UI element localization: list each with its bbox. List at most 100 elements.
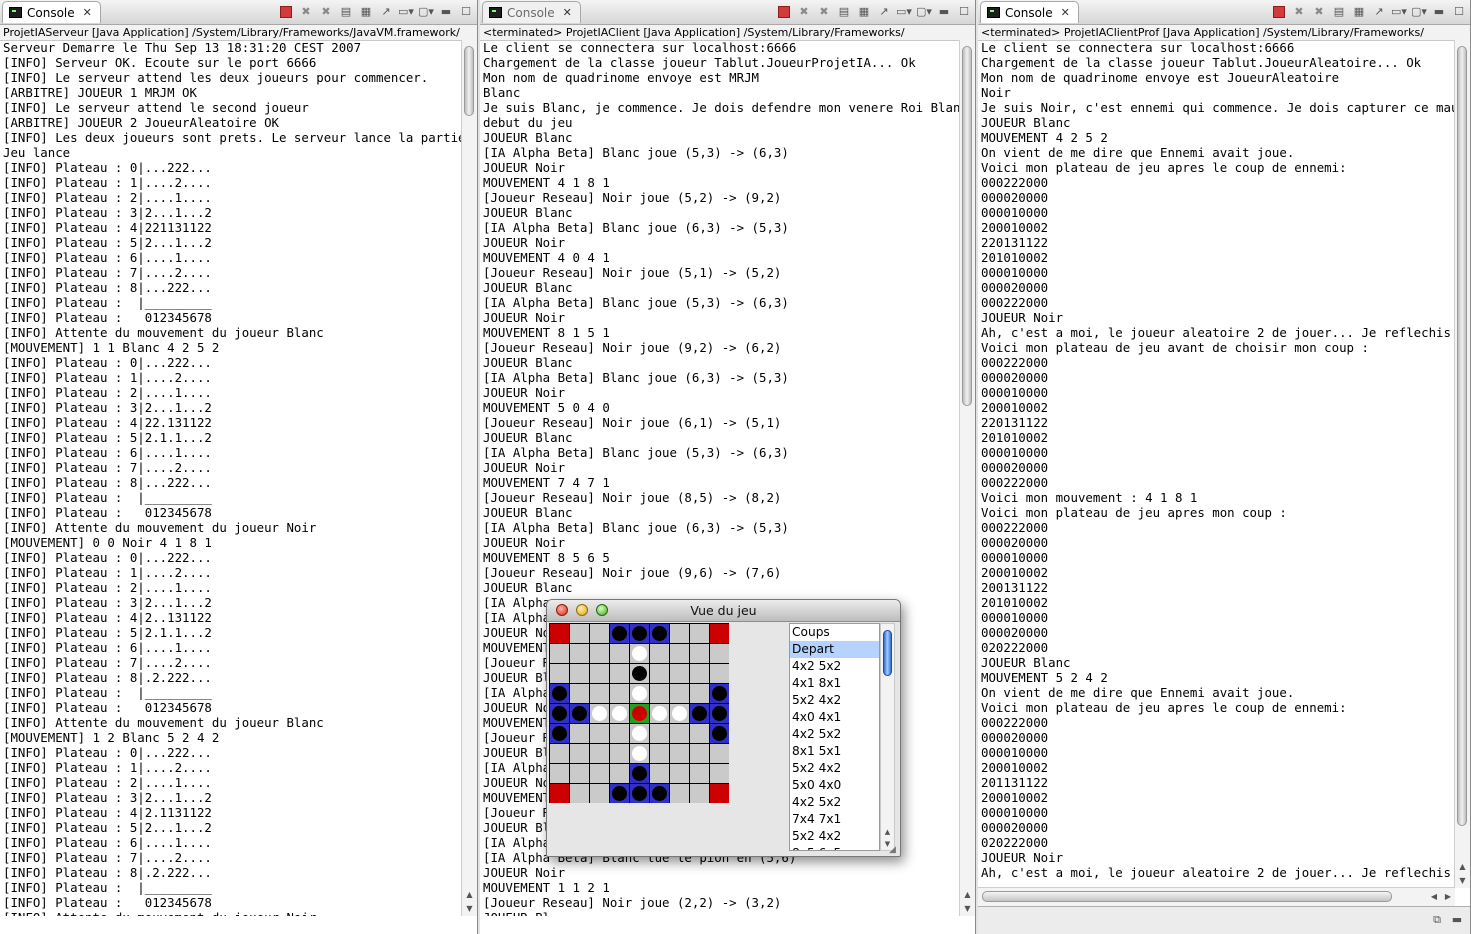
game-view-window[interactable]: Vue du jeu Coups Depart 4x2 5x2 4x1 8x1 5x2… [546,599,901,857]
resize-grip-icon[interactable]: ◢ [889,845,899,855]
board-cell[interactable] [630,744,649,763]
scroll-lock-icon[interactable]: ▦ [1350,3,1368,20]
black-pawn[interactable] [712,706,727,721]
move-item[interactable]: 4x0 4x1 [790,709,879,726]
remove-launch-icon[interactable]: ✖ [1290,3,1308,20]
black-pawn[interactable] [612,626,627,641]
king-piece[interactable] [632,706,647,721]
move-item[interactable]: 5x2 4x2 [790,760,879,777]
pin-console-icon[interactable]: ↗ [377,3,395,20]
black-pawn[interactable] [552,706,567,721]
move-item[interactable]: 4x2 5x2 [790,658,879,675]
board-corner-cell[interactable] [550,784,569,803]
board-cell[interactable] [610,664,629,683]
board-camp-cell[interactable] [550,684,569,703]
white-pawn[interactable] [592,706,607,721]
black-pawn[interactable] [632,766,647,781]
board-cell[interactable] [690,684,709,703]
board-cell[interactable] [570,784,589,803]
board-cell[interactable] [610,644,629,663]
board-camp-cell[interactable] [710,704,729,723]
board-cell[interactable] [610,704,629,723]
board-cell[interactable] [630,664,649,683]
board-cell[interactable] [550,664,569,683]
board-camp-cell[interactable] [630,784,649,803]
black-pawn[interactable] [652,626,667,641]
move-item[interactable]: 7x4 7x1 [790,811,879,828]
scrollbar-thumb[interactable] [883,630,892,676]
scroll-down-icon[interactable]: ▼ [960,902,975,916]
black-pawn[interactable] [712,686,727,701]
terminate-icon[interactable] [775,3,793,20]
board-cell[interactable] [630,724,649,743]
scrollbar-thumb[interactable] [1457,46,1467,826]
open-console-icon[interactable]: ▢▾ [915,3,933,20]
board-camp-cell[interactable] [610,784,629,803]
minimize-icon[interactable]: ▬ [1430,3,1448,20]
white-pawn[interactable] [652,706,667,721]
board-throne-cell[interactable] [630,704,649,723]
board-cell[interactable] [610,684,629,703]
board-cell[interactable] [690,644,709,663]
board-camp-cell[interactable] [610,624,629,643]
board-cell[interactable] [570,764,589,783]
black-pawn[interactable] [632,666,647,681]
move-item[interactable]: Depart [790,641,879,658]
black-pawn[interactable] [552,686,567,701]
close-tab-icon[interactable]: ✕ [563,6,572,19]
board-cell[interactable] [590,664,609,683]
board-cell[interactable] [650,644,669,663]
close-tab-icon[interactable]: ✕ [1061,6,1070,19]
remove-all-icon[interactable]: ✖ [1310,3,1328,20]
horizontal-scrollbar[interactable]: ◀ ▶ [978,887,1455,906]
display-console-icon[interactable]: ▭▾ [1390,3,1408,20]
window-titlebar[interactable]: Vue du jeu [547,600,900,622]
scroll-down-icon[interactable]: ▼ [1455,874,1470,888]
board-cell[interactable] [590,764,609,783]
board-cell[interactable] [690,724,709,743]
board-cell[interactable] [610,744,629,763]
board-cell[interactable] [670,664,689,683]
board-cell[interactable] [590,684,609,703]
move-item[interactable]: 5x0 4x0 [790,777,879,794]
board-cell[interactable] [550,764,569,783]
scroll-up-icon[interactable]: ▲ [960,888,975,902]
move-item[interactable]: 8x1 5x1 [790,743,879,760]
move-item[interactable]: 5x2 4x2 [790,692,879,709]
black-pawn[interactable] [572,706,587,721]
white-pawn[interactable] [632,726,647,741]
open-console-icon[interactable]: ▢▾ [417,3,435,20]
scrollbar-thumb[interactable] [982,891,1392,902]
board-camp-cell[interactable] [550,724,569,743]
board-corner-cell[interactable] [710,624,729,643]
scroll-up-icon[interactable]: ▲ [881,826,894,838]
board-corner-cell[interactable] [550,624,569,643]
board-camp-cell[interactable] [650,784,669,803]
vertical-scrollbar[interactable]: ▲ ▼ [959,40,975,916]
board-cell[interactable] [650,744,669,763]
black-pawn[interactable] [712,726,727,741]
board-cell[interactable] [630,644,649,663]
board-camp-cell[interactable] [630,624,649,643]
minimize-window-icon[interactable] [576,604,588,616]
board-cell[interactable] [650,764,669,783]
board-cell[interactable] [570,624,589,643]
scrollbar-thumb[interactable] [962,46,972,406]
moves-list[interactable]: Coups Depart 4x2 5x2 4x1 8x1 5x2 4x2 4x0 4x1… [789,623,880,851]
black-pawn[interactable] [632,786,647,801]
terminate-icon[interactable] [1270,3,1288,20]
board-cell[interactable] [670,744,689,763]
board-cell[interactable] [670,784,689,803]
white-pawn[interactable] [632,686,647,701]
board-cell[interactable] [710,644,729,663]
remove-launch-icon[interactable]: ✖ [297,3,315,20]
minimize-icon[interactable]: ▬ [437,3,455,20]
board-cell[interactable] [570,684,589,703]
black-pawn[interactable] [612,786,627,801]
black-pawn[interactable] [652,786,667,801]
clear-console-icon[interactable]: ▤ [337,3,355,20]
board-camp-cell[interactable] [650,624,669,643]
open-console-icon[interactable]: ▢▾ [1410,3,1428,20]
board-cell[interactable] [590,644,609,663]
board-cell[interactable] [550,644,569,663]
